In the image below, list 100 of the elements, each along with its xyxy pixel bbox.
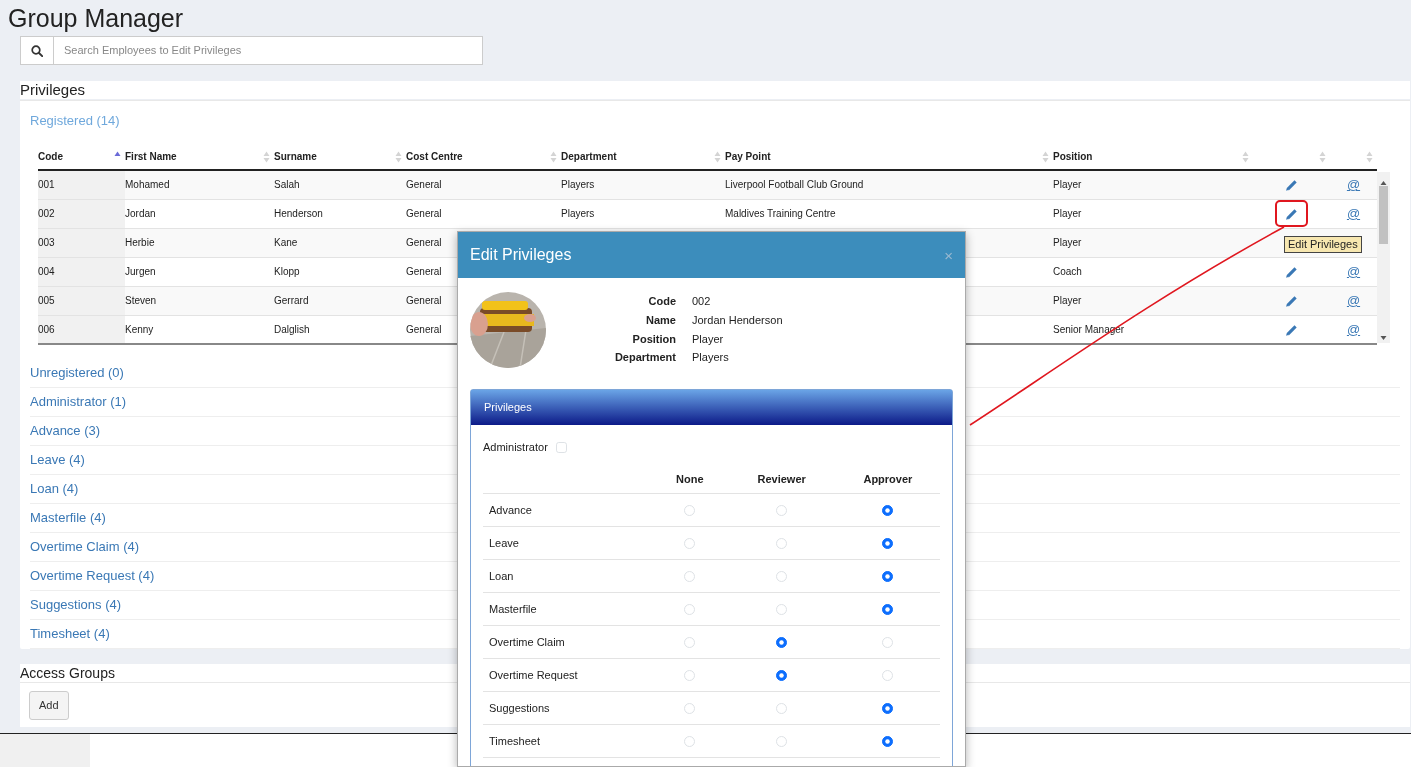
- panel-title: Privileges: [20, 81, 1410, 99]
- table-cell: 001: [38, 179, 55, 191]
- section-link[interactable]: Unregistered (0): [30, 363, 124, 383]
- modal-title: Edit Privileges: [470, 245, 572, 265]
- column-header: Reviewer: [757, 472, 806, 485]
- email-link[interactable]: @: [1346, 263, 1361, 279]
- column-header[interactable]: Cost Centre: [406, 150, 463, 162]
- radio-button[interactable]: [776, 637, 788, 649]
- table-cell: Herbie: [125, 237, 155, 248]
- checkbox-label: Administrator: [483, 440, 548, 455]
- radio-button[interactable]: [882, 505, 894, 517]
- detail-value: Players: [692, 350, 730, 366]
- row-label: Timesheet: [489, 734, 540, 747]
- table-cell: 005: [38, 295, 55, 306]
- section-link[interactable]: Registered (14): [30, 110, 120, 131]
- table-cell: 006: [38, 323, 55, 335]
- table-cell: Jordan: [125, 208, 156, 219]
- sort-icon[interactable]: [1042, 151, 1049, 163]
- sort-icon[interactable]: [263, 151, 270, 163]
- table-cell: General: [406, 208, 442, 219]
- column-header[interactable]: First Name: [125, 150, 177, 162]
- pencil-icon[interactable]: [1285, 294, 1298, 308]
- table-cell: Salah: [274, 179, 300, 191]
- row-label: Overtime Request: [489, 668, 578, 681]
- column-header[interactable]: Position: [1053, 150, 1093, 162]
- section-link[interactable]: Loan (4): [30, 479, 79, 499]
- radio-button[interactable]: [882, 571, 894, 583]
- table-cell: Mohamed: [125, 179, 170, 191]
- section-link[interactable]: Overtime Request (4): [30, 566, 155, 586]
- email-link[interactable]: @: [1346, 321, 1361, 337]
- table-cell: Players: [561, 208, 595, 219]
- detail-label: Position: [631, 331, 676, 347]
- table-cell: Player: [1053, 179, 1082, 191]
- row-label: Masterfile: [489, 602, 537, 615]
- sort-icon[interactable]: [1319, 151, 1326, 163]
- table-cell: 003: [38, 237, 55, 248]
- column-header[interactable]: Department: [561, 150, 617, 162]
- sort-icon[interactable]: [395, 151, 402, 163]
- column-header: None: [676, 472, 704, 485]
- radio-button[interactable]: [882, 703, 894, 715]
- detail-label: Name: [645, 312, 676, 328]
- radio-button[interactable]: [882, 736, 894, 748]
- search-icon[interactable]: [31, 44, 43, 57]
- column-header[interactable]: Code: [38, 150, 63, 162]
- table-cell: 002: [38, 208, 55, 219]
- scrollbar[interactable]: [1377, 172, 1390, 343]
- sort-icon[interactable]: [550, 151, 557, 163]
- section-link[interactable]: Administrator (1): [30, 392, 127, 412]
- table-cell: Liverpool Football Club Ground: [725, 179, 864, 191]
- table-cell: Kane: [274, 237, 298, 248]
- table-cell: General: [406, 323, 442, 335]
- column-header[interactable]: Surname: [274, 150, 317, 162]
- radio-button[interactable]: [882, 538, 894, 550]
- detail-value: Jordan Henderson: [692, 312, 783, 328]
- column-header: Approver: [863, 472, 913, 485]
- table-cell: Maldives Training Centre: [725, 208, 836, 219]
- add-button[interactable]: Add: [29, 691, 69, 720]
- detail-value: Player: [692, 331, 725, 347]
- scrollbar-thumb[interactable]: [1379, 186, 1388, 244]
- detail-label: Code: [647, 294, 676, 309]
- table-cell: General: [406, 179, 442, 191]
- table-cell: Coach: [1053, 266, 1082, 277]
- row-label: Suggestions: [489, 701, 550, 714]
- pencil-icon[interactable]: [1285, 207, 1298, 221]
- pencil-icon[interactable]: [1285, 323, 1298, 337]
- section-link[interactable]: Masterfile (4): [30, 508, 106, 528]
- pencil-icon[interactable]: [1285, 179, 1298, 193]
- row-label: Advance: [489, 503, 532, 516]
- row-label: Loan: [489, 569, 514, 582]
- section-link[interactable]: Advance (3): [30, 421, 101, 441]
- detail-value: 002: [692, 294, 712, 309]
- table-cell: Steven: [125, 295, 157, 306]
- section-link[interactable]: Timesheet (4): [30, 624, 110, 644]
- email-link[interactable]: @: [1346, 205, 1361, 221]
- pencil-icon[interactable]: [1285, 265, 1298, 279]
- checkbox[interactable]: [555, 441, 567, 453]
- table-cell: Kenny: [125, 323, 154, 335]
- email-link[interactable]: @: [1346, 292, 1361, 308]
- panel-title: Privileges: [471, 390, 952, 425]
- section-link[interactable]: Leave (4): [30, 450, 85, 470]
- sort-icon[interactable]: [714, 151, 721, 163]
- sort-icon[interactable]: [1242, 151, 1249, 163]
- column-header[interactable]: Pay Point: [725, 150, 771, 162]
- page-title: Group Manager: [7, 3, 185, 33]
- tooltip: Edit Privileges: [1284, 236, 1362, 253]
- row-label: Overtime Claim: [489, 635, 565, 648]
- section-link[interactable]: Overtime Claim (4): [30, 537, 140, 557]
- table-cell: Klopp: [274, 266, 300, 277]
- section-link[interactable]: Suggestions (4): [30, 595, 122, 615]
- search-field[interactable]: Search Employees to Edit Privileges: [54, 36, 483, 65]
- radio-button[interactable]: [882, 604, 894, 616]
- detail-label: Department: [613, 350, 676, 366]
- search-button[interactable]: [20, 36, 54, 65]
- sort-icon[interactable]: [1366, 151, 1373, 163]
- table-cell: General: [406, 237, 442, 248]
- table-cell: 004: [38, 266, 55, 277]
- radio-button[interactable]: [776, 670, 788, 682]
- email-link[interactable]: @: [1346, 177, 1361, 192]
- table-cell: Players: [561, 179, 595, 191]
- table-cell: Jurgen: [125, 266, 156, 277]
